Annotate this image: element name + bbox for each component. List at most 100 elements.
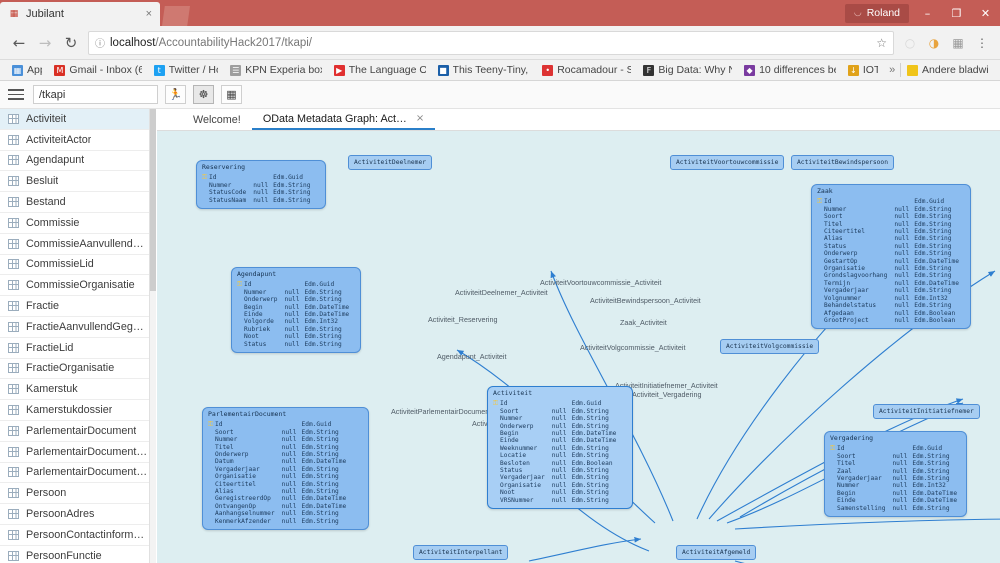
window-minimize-button[interactable]: – [913, 0, 942, 26]
graph-view-button[interactable]: ☸ [193, 85, 214, 104]
graph-node-activiteitdeelnemer[interactable]: ActiviteitDeelnemer [348, 155, 433, 170]
tab-close-icon[interactable]: × [416, 113, 424, 124]
sidebar-item-kamerstuk[interactable]: Kamerstuk [0, 379, 149, 401]
bookmark-item[interactable]: ▶The Language Of The [328, 61, 432, 79]
field-key-spacer [208, 458, 215, 465]
table-view-button[interactable]: ▦ [221, 85, 242, 104]
graph-canvas[interactable]: ActiviteitDeelnemer ActiviteitVoortouwco… [157, 131, 1000, 563]
sidebar-item-kamerstukdossier[interactable]: Kamerstukdossier [0, 400, 149, 421]
entity-sidebar[interactable]: Activiteit ActiviteitActor Agendapunt Be… [0, 109, 150, 563]
bookmark-item[interactable]: ■This Teeny-Tiny, Hand [432, 61, 537, 79]
bookmark-label: Andere bladwijzers [922, 64, 988, 76]
field-key-spacer [817, 295, 824, 302]
graph-node-activiteitafgemeld[interactable]: ActiviteitAfgemeld [676, 545, 757, 560]
window-close-button[interactable]: ✕ [971, 0, 1000, 26]
bookmark-item[interactable]: MGmail - Inbox (60) - r [48, 61, 147, 79]
field-key-spacer [202, 197, 209, 204]
bookmark-star-icon[interactable]: ☆ [876, 36, 887, 50]
field-nullable: null [281, 443, 297, 451]
field-nullable: null [894, 287, 910, 295]
extension-2-icon[interactable]: ◑ [922, 31, 946, 55]
bookmark-item[interactable]: ↓IOTA [842, 61, 884, 79]
field-name: Soort [215, 428, 234, 436]
back-icon[interactable]: ← [6, 30, 32, 56]
entity-field-row: ⚿ Id Edm.Guid [202, 173, 310, 181]
address-bar[interactable]: ⓘ localhost /AccountabilityHack2017/tkap… [88, 30, 894, 55]
sidebar-item-persoon[interactable]: Persoon [0, 483, 149, 505]
field-name: Id [837, 445, 845, 453]
extension-1-icon[interactable]: ○ [898, 31, 922, 55]
sidebar-item-fractie[interactable]: Fractie [0, 296, 149, 317]
path-input[interactable]: /tkapi [33, 85, 158, 104]
bookmark-item[interactable]: tTwitter / Home [148, 61, 225, 79]
bookmarks-overflow-icon[interactable]: » [884, 64, 900, 76]
bookmark-folder[interactable]: Andere bladwijzers [901, 61, 994, 79]
sidebar-scrollbar[interactable] [150, 109, 156, 563]
bookmark-item[interactable]: FBig Data: Why NASA [637, 61, 738, 79]
bookmark-item[interactable]: ☰KPN Experia box H22 [224, 61, 327, 79]
tab-odata-metadata-graph[interactable]: OData Metadata Graph: Act… × [251, 109, 436, 130]
sidebar-item-commissie[interactable]: Commissie [0, 213, 149, 234]
field-nullable [285, 281, 305, 288]
field-name: Besloten [500, 459, 530, 467]
bookmark-apps[interactable]: ▦ Apps [6, 61, 48, 79]
forward-icon[interactable]: → [32, 30, 58, 56]
sidebar-item-fractieorganisatie[interactable]: FractieOrganisatie [0, 359, 149, 380]
table-icon [8, 446, 19, 457]
graph-entity-parlementairdocument[interactable]: ParlementairDocument ⚿ Id Edm.Guid Soort null… [202, 407, 369, 531]
graph-entity-reservering[interactable]: Reservering ⚿ Id Edm.Guid Nummer null Edm.Stri… [196, 160, 326, 210]
sidebar-item-label: PersoonAdres [26, 508, 95, 521]
extension-3-icon[interactable]: ▦ [946, 31, 970, 55]
sidebar-scrollbar-thumb[interactable] [150, 109, 156, 291]
table-icon [8, 321, 19, 332]
profile-chip[interactable]: ◡ Roland [844, 3, 909, 23]
graph-entity-activiteit[interactable]: Activiteit ⚿ Id Edm.Guid Soort null Edm.String… [487, 386, 633, 510]
new-tab-button[interactable] [162, 6, 190, 26]
reload-icon[interactable]: ↻ [58, 30, 84, 56]
tab-close-icon[interactable]: × [146, 8, 152, 20]
sidebar-item-label: CommissieLid [26, 258, 94, 271]
sidebar-item-parlementairdocumentversie[interactable]: ParlementairDocumentVersie [0, 463, 149, 484]
graph-entity-zaak[interactable]: Zaak ⚿ Id Edm.Guid Nummer null Edm.String Soort… [811, 184, 971, 330]
hamburger-icon[interactable] [6, 85, 26, 105]
graph-node-activiteitinitiatiefnemer[interactable]: ActiviteitInitiatiefnemer [873, 404, 980, 419]
sidebar-item-persooncontactinformatie[interactable]: PersoonContactinformatie [0, 525, 149, 546]
site-info-icon[interactable]: ⓘ [95, 35, 105, 50]
sidebar-item-parlementairdocumentactor[interactable]: ParlementairDocumentActor [0, 442, 149, 463]
table-icon [8, 467, 19, 478]
run-button[interactable]: 🏃 [165, 85, 186, 104]
sidebar-item-commissielid[interactable]: CommissieLid [0, 255, 149, 276]
profile-name: Roland [866, 7, 900, 19]
sidebar-item-parlementairdocument[interactable]: ParlementairDocument [0, 421, 149, 442]
graph-node-activiteitbewindspersoon[interactable]: ActiviteitBewindspersoon [791, 155, 894, 170]
sidebar-item-persoonadres[interactable]: PersoonAdres [0, 504, 149, 525]
sidebar-item-activiteit[interactable]: Activiteit [0, 109, 149, 130]
field-nullable: null [284, 296, 300, 304]
bookmark-item[interactable]: ◆10 differences betwee [738, 61, 842, 79]
sidebar-item-fractielid[interactable]: FractieLid [0, 338, 149, 359]
field-key-spacer [237, 296, 244, 303]
graph-node-activiteitvoortouwcommissie[interactable]: ActiviteitVoortouwcommissie [670, 155, 785, 170]
chrome-menu-icon[interactable]: ⋮ [970, 31, 994, 55]
entity-field-row: GrootProject null Edm.Boolean [817, 317, 959, 324]
graph-node-activiteitvolgcommissie[interactable]: ActiviteitVolgcommissie [720, 339, 820, 354]
sidebar-item-fractieaanvullendgegeven[interactable]: FractieAanvullendGegeven [0, 317, 149, 338]
entity-field-row: Behandelstatus null Edm.String [817, 302, 959, 309]
sidebar-item-activiteitactor[interactable]: ActiviteitActor [0, 130, 149, 151]
bookmark-item[interactable]: •Rocamadour - Site of [536, 61, 637, 79]
tab-welcome[interactable]: Welcome! [182, 109, 252, 130]
bookmark-label: KPN Experia box H22 [245, 64, 321, 76]
graph-entity-agendapunt[interactable]: Agendapunt ⚿ Id Edm.Guid Nummer null Edm.Strin… [231, 267, 361, 354]
browser-tab[interactable]: ▦ Jubilant × [0, 2, 160, 26]
sidebar-item-commissieorganisatie[interactable]: CommissieOrganisatie [0, 275, 149, 297]
sidebar-item-label: Bestand [26, 196, 66, 209]
sidebar-item-bestand[interactable]: Bestand [0, 192, 149, 213]
sidebar-item-agendapunt[interactable]: Agendapunt [0, 151, 149, 172]
field-name: Nummer [209, 181, 232, 189]
sidebar-item-persoonfunctie[interactable]: PersoonFunctie [0, 546, 149, 563]
window-maximize-button[interactable]: ❐ [942, 0, 971, 26]
graph-entity-vergadering[interactable]: Vergadering ⚿ Id Edm.Guid Soort null Edm.Strin… [824, 431, 967, 518]
graph-node-activiteitinterpellant[interactable]: ActiviteitInterpellant [413, 545, 509, 560]
sidebar-item-commissieaanvullendgegevens[interactable]: CommissieAanvullendGegev… [0, 234, 149, 255]
sidebar-item-besluit[interactable]: Besluit [0, 171, 149, 193]
